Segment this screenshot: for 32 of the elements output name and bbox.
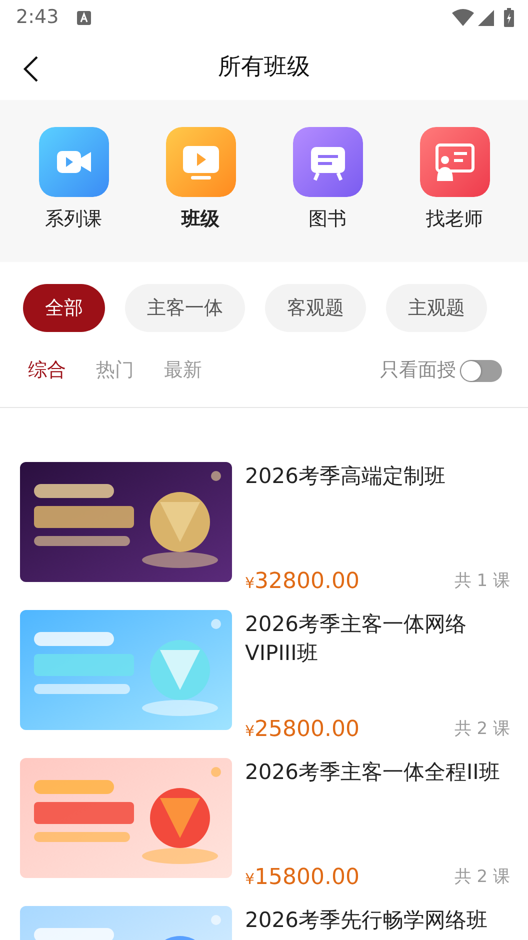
filter-chip[interactable]: 客观题 [265, 284, 366, 332]
play-screen-icon [166, 127, 236, 197]
lesson-count: 共 2 课 [454, 866, 510, 889]
lesson-count: 共 1 课 [454, 570, 510, 593]
toggle-label: 只看面授 [380, 358, 456, 383]
class-price: ¥32800.00 [245, 568, 360, 596]
class-title[interactable]: 2026考季主客一体网络VIPIII班 [245, 610, 510, 669]
class-title[interactable]: 2026考季先行畅学网络班 [245, 906, 510, 936]
toggle-switch[interactable] [460, 360, 502, 382]
filter-chip[interactable]: 全部 [23, 284, 105, 332]
category-tab[interactable]: 班级 [137, 127, 264, 262]
category-tab[interactable]: 系列课 [10, 127, 137, 262]
class-title[interactable]: 2026考季主客一体全程II班 [245, 758, 510, 788]
video-camera-icon [38, 127, 108, 197]
signal-icon [478, 10, 494, 26]
filter-chip[interactable]: 主客一体 [125, 284, 245, 332]
back-icon[interactable] [22, 55, 40, 83]
category-tab[interactable]: 图书 [264, 127, 391, 262]
class-price: ¥25800.00 [245, 716, 360, 744]
filter-chip[interactable]: 主观题 [386, 284, 487, 332]
teacher-icon [420, 127, 490, 197]
lesson-count: 共 2 课 [454, 718, 510, 741]
sort-tab[interactable]: 综合 [28, 356, 66, 384]
class-price: ¥15800.00 [245, 864, 360, 892]
category-tab[interactable]: 找老师 [391, 127, 518, 262]
page-title: 所有班级 [218, 53, 310, 82]
class-title[interactable]: 2026考季高端定制班 [245, 462, 510, 492]
status-time: 2:43 [16, 5, 59, 30]
battery-icon [504, 8, 514, 27]
wifi-icon [452, 9, 474, 26]
keyboard-icon [76, 10, 91, 24]
board-icon [292, 127, 362, 197]
